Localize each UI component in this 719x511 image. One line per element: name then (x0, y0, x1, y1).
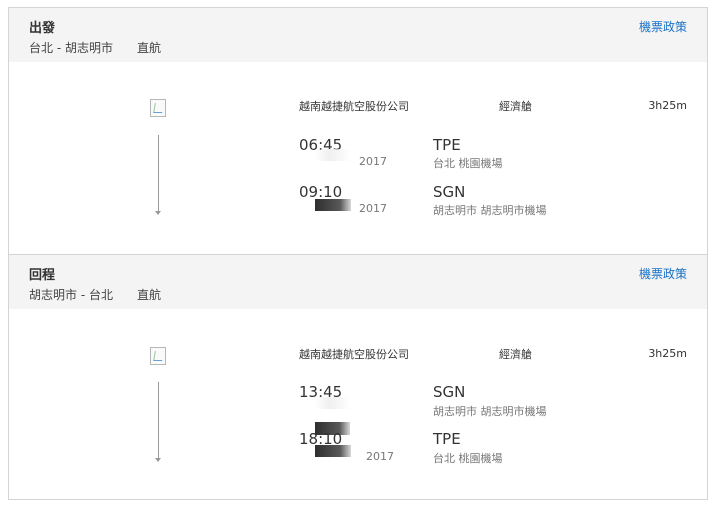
flight-itinerary: 出發 台北 - 胡志明市 直航 機票政策 越南越捷航空股份公司 經濟艙 3h25… (8, 7, 708, 500)
redacted-date (315, 199, 351, 211)
timeline-line (158, 382, 159, 460)
return-departure-code: SGN (433, 383, 466, 401)
return-ticket-policy-link[interactable]: 機票政策 (639, 265, 687, 282)
airline-logo-icon (150, 99, 166, 117)
outbound-duration: 3h25m (648, 99, 687, 112)
outbound-departure-airport: 台北 桃園機場 (433, 157, 503, 170)
return-airline: 越南越捷航空股份公司 (299, 348, 409, 361)
outbound-header: 出發 台北 - 胡志明市 直航 機票政策 (9, 8, 707, 62)
timeline-arrow-icon (155, 211, 161, 215)
return-title: 回程 (29, 268, 56, 283)
redacted-date (315, 149, 351, 161)
redacted-date (315, 397, 351, 409)
return-route: 胡志明市 - 台北 (29, 288, 113, 302)
outbound-ticket-policy-link[interactable]: 機票政策 (639, 18, 687, 35)
outbound-section: 出發 台北 - 胡志明市 直航 機票政策 越南越捷航空股份公司 經濟艙 3h25… (9, 8, 707, 254)
outbound-cabin: 經濟艙 (499, 100, 532, 113)
return-arrival-airport: 台北 桃園機場 (433, 452, 503, 465)
return-arrival-date: 2017 (366, 450, 394, 463)
timeline-arrow-icon (155, 458, 161, 462)
airline-logo-icon (150, 347, 166, 365)
outbound-title: 出發 (29, 21, 56, 36)
outbound-flight-type: 直航 (137, 41, 162, 55)
outbound-arrival-code: SGN (433, 183, 466, 201)
outbound-departure-code: TPE (433, 136, 461, 154)
outbound-route: 台北 - 胡志明市 (29, 41, 113, 55)
timeline-line (158, 135, 159, 213)
return-header: 回程 胡志明市 - 台北 直航 機票政策 (9, 255, 707, 309)
redacted-date (315, 445, 351, 457)
outbound-airline: 越南越捷航空股份公司 (299, 100, 409, 113)
return-duration: 3h25m (648, 347, 687, 360)
return-arrival-code: TPE (433, 430, 461, 448)
return-section: 回程 胡志明市 - 台北 直航 機票政策 越南越捷航空股份公司 經濟艙 3h25… (9, 254, 707, 501)
outbound-departure-date: 2017 (359, 155, 387, 168)
return-flight-type: 直航 (137, 288, 162, 302)
return-cabin: 經濟艙 (499, 348, 532, 361)
outbound-arrival-airport: 胡志明市 胡志明市機場 (433, 204, 547, 217)
outbound-arrival-date: 2017 (359, 202, 387, 215)
return-departure-airport: 胡志明市 胡志明市機場 (433, 405, 547, 418)
